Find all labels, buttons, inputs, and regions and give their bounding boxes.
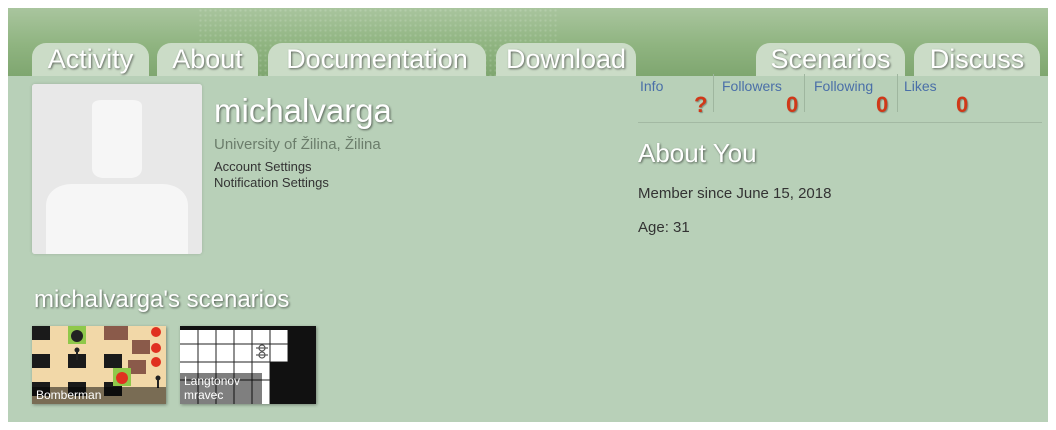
scenario-thumbnail-langtonov-mravec[interactable]: Langtonov mravec bbox=[180, 326, 316, 404]
stat-info-value: ? bbox=[694, 92, 708, 117]
scenario-name-langtonov-mravec: Langtonov mravec bbox=[180, 373, 262, 404]
stat-following-value: 0 bbox=[876, 92, 889, 117]
stat-followers-label[interactable]: Followers bbox=[722, 78, 782, 94]
institution-text: University of Žilina, Žilina bbox=[214, 136, 381, 153]
stat-divider bbox=[897, 74, 898, 112]
scenario-thumbnail-bomberman[interactable]: Bomberman bbox=[32, 326, 166, 404]
stat-info-label[interactable]: Info bbox=[640, 78, 663, 94]
tab-activity[interactable]: Activity bbox=[32, 43, 149, 76]
tab-scenarios[interactable]: Scenarios bbox=[756, 43, 905, 76]
username-heading: michalvarga bbox=[214, 92, 392, 129]
tab-download[interactable]: Download bbox=[496, 43, 636, 76]
account-settings-link[interactable]: Account Settings bbox=[214, 159, 312, 174]
age-text: Age: 31 bbox=[638, 219, 690, 236]
stat-divider bbox=[804, 74, 805, 112]
page-frame: Activity About Documentation Download Sc… bbox=[8, 8, 1048, 422]
scenario-name-bomberman: Bomberman bbox=[32, 387, 166, 404]
stat-likes-value: 0 bbox=[956, 92, 969, 117]
avatar bbox=[32, 84, 202, 254]
tab-documentation[interactable]: Documentation bbox=[268, 43, 486, 76]
scenarios-heading: michalvarga's scenarios bbox=[34, 286, 290, 313]
tab-about[interactable]: About bbox=[157, 43, 258, 76]
stat-divider bbox=[713, 74, 714, 112]
user-silhouette-icon bbox=[32, 84, 202, 254]
member-since-text: Member since June 15, 2018 bbox=[638, 185, 832, 202]
stat-likes-label[interactable]: Likes bbox=[904, 78, 937, 94]
about-heading: About You bbox=[638, 138, 757, 168]
tab-discuss[interactable]: Discuss bbox=[914, 43, 1040, 76]
stat-following-label[interactable]: Following bbox=[814, 78, 873, 94]
notification-settings-link[interactable]: Notification Settings bbox=[214, 175, 329, 190]
stat-followers-value: 0 bbox=[786, 92, 799, 117]
stats-divider-line bbox=[638, 122, 1042, 123]
